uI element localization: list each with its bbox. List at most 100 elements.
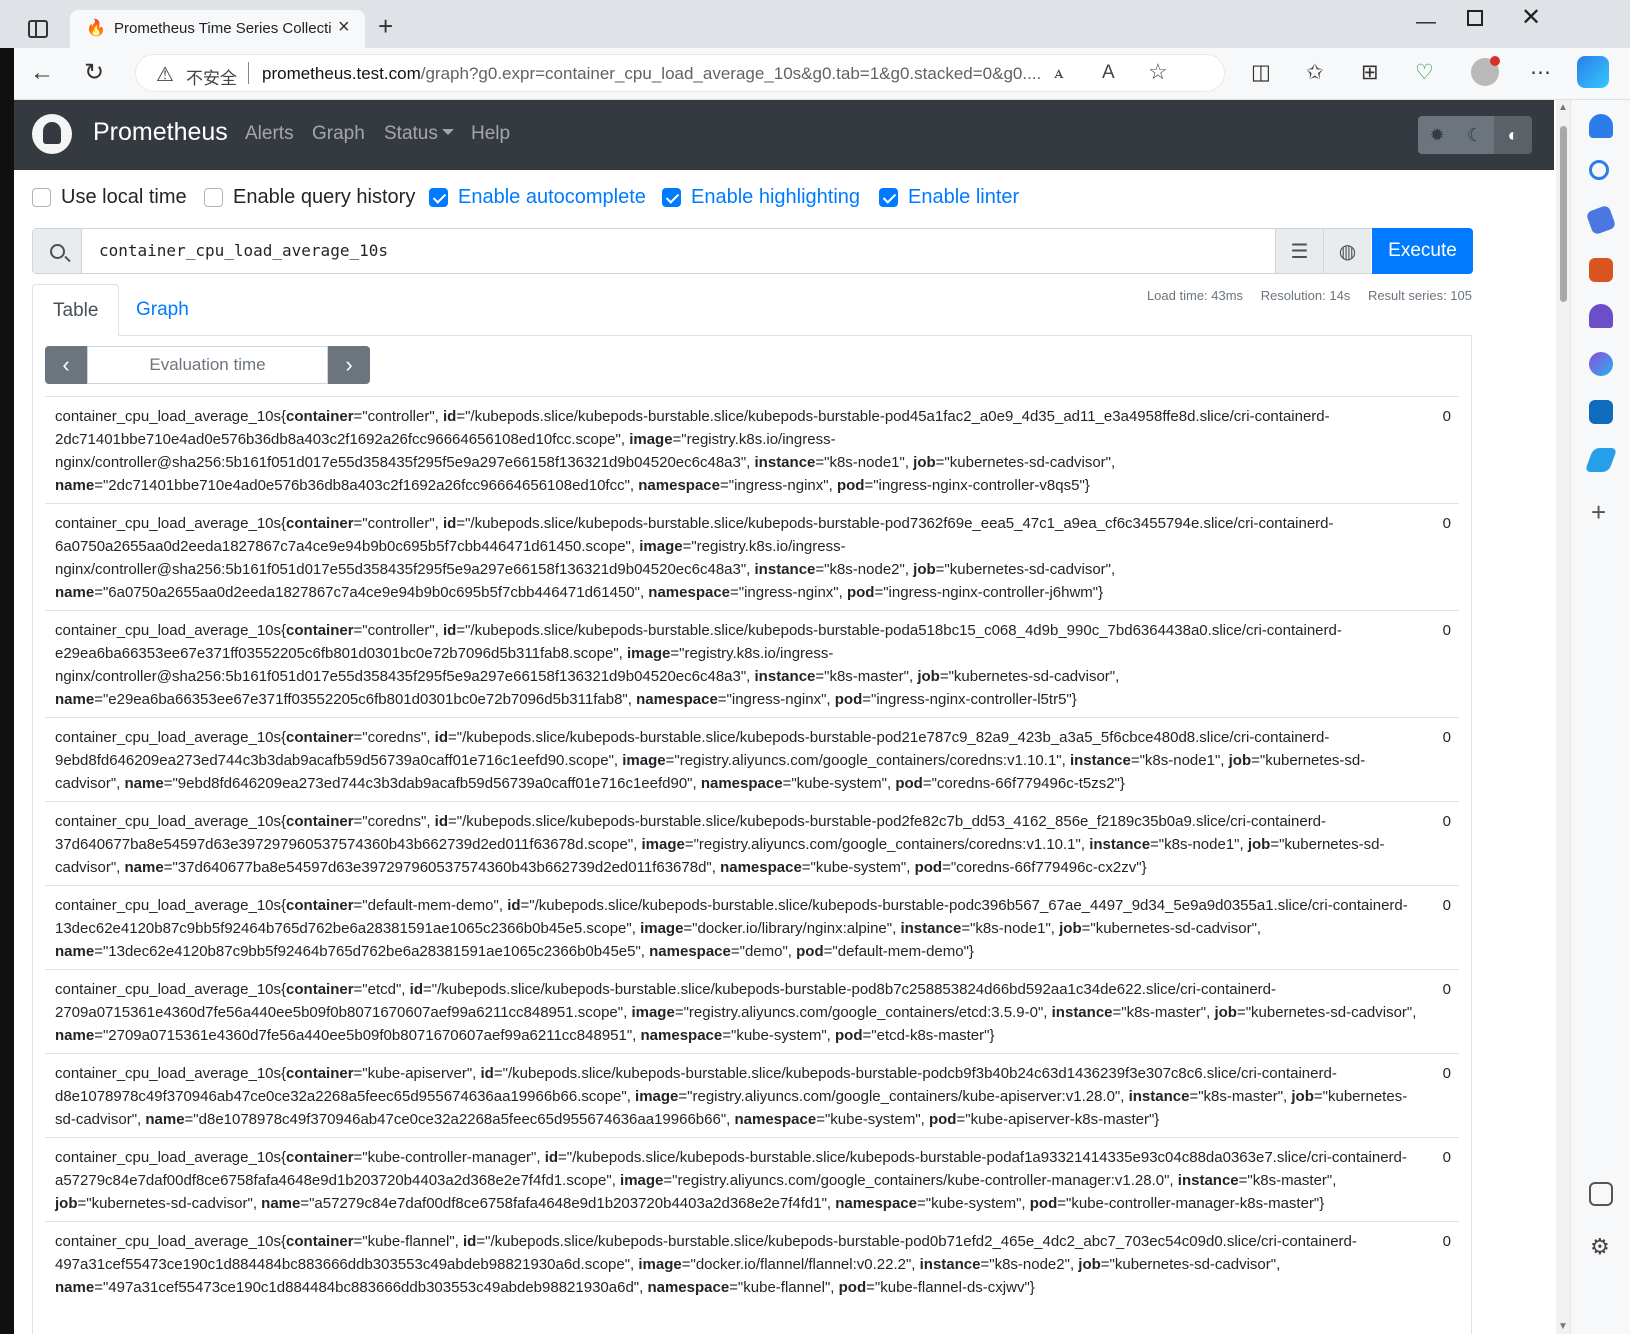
refresh-icon[interactable]: ↻ bbox=[84, 60, 104, 86]
window-icon[interactable] bbox=[28, 20, 48, 38]
gear-icon[interactable]: ⚙ bbox=[1590, 1234, 1610, 1260]
translate-icon[interactable]: ꭺ bbox=[1054, 62, 1064, 84]
metric-name: container_cpu_load_average_10s{ bbox=[55, 622, 287, 639]
label-use-local-time[interactable]: Use local time bbox=[61, 186, 187, 209]
label-name: namespace bbox=[835, 1195, 917, 1212]
prometheus-logo[interactable] bbox=[32, 114, 72, 154]
option-use-local-time[interactable]: Use local time bbox=[32, 182, 187, 212]
favorites-icon[interactable]: ✩ bbox=[1306, 61, 1324, 85]
moon-icon[interactable]: ☾ bbox=[1456, 116, 1494, 154]
chevron-right-icon[interactable]: › bbox=[328, 346, 370, 384]
toolbox-icon[interactable] bbox=[1589, 258, 1613, 282]
label-name: job bbox=[913, 561, 936, 578]
metrics-explorer-icon[interactable]: ◍ bbox=[1323, 229, 1371, 273]
label-value: ="kube-flannel-ds-cxjwv"} bbox=[866, 1279, 1035, 1296]
label-name: container bbox=[286, 729, 354, 746]
checkbox-use-local-time[interactable] bbox=[32, 187, 51, 207]
expression-bar: container_cpu_load_average_10s ☰ ◍ Execu… bbox=[32, 228, 1473, 274]
background-terminal bbox=[0, 48, 14, 1334]
label-name: namespace bbox=[700, 775, 783, 792]
metric-name: container_cpu_load_average_10s{ bbox=[55, 1149, 287, 1166]
results-table: container_cpu_load_average_10s{ container… bbox=[45, 396, 1459, 1305]
tab-table[interactable]: Table bbox=[32, 284, 120, 337]
tab-close-icon[interactable]: × bbox=[338, 17, 350, 37]
option-enable-autocomplete[interactable]: Enable autocomplete bbox=[429, 182, 646, 212]
scroll-up-icon[interactable]: ▲ bbox=[1558, 102, 1568, 113]
label-name: image bbox=[627, 645, 671, 662]
brand[interactable]: Prometheus bbox=[93, 118, 228, 147]
tab-graph[interactable]: Graph bbox=[116, 284, 209, 336]
label-name: instance bbox=[1177, 1172, 1239, 1189]
label-enable-linter[interactable]: Enable linter bbox=[908, 186, 1019, 209]
send-icon[interactable] bbox=[1584, 448, 1618, 472]
nav-graph[interactable]: Graph bbox=[312, 123, 365, 145]
back-icon[interactable]: ← bbox=[30, 60, 54, 86]
metric-name: container_cpu_load_average_10s{ bbox=[55, 1233, 287, 1250]
series-value: 0 bbox=[1442, 408, 1451, 425]
checkbox-enable-linter[interactable] bbox=[879, 187, 898, 207]
nav-alerts[interactable]: Alerts bbox=[245, 123, 294, 145]
address-bar[interactable]: ⚠ 不安全 prometheus.test.com/graph?g0.expr=… bbox=[135, 54, 1225, 92]
close-window-icon[interactable]: ✕ bbox=[1521, 6, 1541, 30]
evaluation-time-input[interactable]: Evaluation time bbox=[87, 346, 328, 384]
address-url[interactable]: prometheus.test.com/graph?g0.expr=contai… bbox=[262, 64, 1047, 84]
new-tab-button[interactable]: + bbox=[378, 13, 393, 39]
read-aloud-icon[interactable]: A bbox=[1102, 62, 1115, 84]
label-name: name bbox=[261, 1195, 301, 1212]
favorite-star-icon[interactable]: ☆ bbox=[1148, 59, 1168, 85]
screenshot-icon[interactable] bbox=[1589, 1182, 1613, 1206]
prometheus-app: Prometheus Alerts Graph Status Help ✹ ☾ … bbox=[14, 100, 1554, 1334]
scroll-thumb[interactable] bbox=[1560, 126, 1567, 302]
format-icon[interactable]: ☰ bbox=[1275, 229, 1323, 273]
minimize-icon[interactable]: — bbox=[1416, 12, 1436, 32]
label-enable-highlighting[interactable]: Enable highlighting bbox=[691, 186, 860, 209]
label-value: ="kube-system", bbox=[782, 775, 896, 792]
checkbox-enable-query-history[interactable] bbox=[204, 187, 223, 207]
tag-icon[interactable] bbox=[1585, 204, 1617, 236]
caret-down-icon bbox=[441, 129, 454, 135]
label-name: id bbox=[434, 813, 448, 830]
label-value: ="docker.io/flannel/flannel:v0.22.2", bbox=[681, 1256, 920, 1273]
more-icon[interactable]: ⋯ bbox=[1530, 61, 1551, 85]
label-enable-query-history[interactable]: Enable query history bbox=[233, 186, 415, 209]
collections-icon[interactable]: ⊞ bbox=[1361, 61, 1379, 85]
label-value: ="kube-controller-manager", bbox=[353, 1149, 545, 1166]
scroll-down-icon[interactable]: ▼ bbox=[1558, 1321, 1568, 1332]
option-enable-linter[interactable]: Enable linter bbox=[879, 182, 1019, 212]
label-value: ="ingress-nginx-controller-j6hwm"} bbox=[874, 584, 1104, 601]
result-row: container_cpu_load_average_10s{container… bbox=[45, 717, 1459, 801]
label-value: ="k8s-master", bbox=[1112, 1004, 1215, 1021]
label-name: job bbox=[1291, 1088, 1314, 1105]
option-enable-highlighting[interactable]: Enable highlighting bbox=[662, 182, 860, 212]
page-scrollbar[interactable]: ▲ ▼ bbox=[1556, 100, 1570, 1334]
office-icon[interactable] bbox=[1589, 352, 1613, 376]
label-name: instance bbox=[754, 454, 816, 471]
contrast-icon[interactable]: ◐ bbox=[1494, 116, 1532, 154]
nav-status[interactable]: Status bbox=[384, 123, 454, 145]
label-enable-autocomplete[interactable]: Enable autocomplete bbox=[458, 186, 646, 209]
label-value: ="13dec62e4120b87c9bb5f92464b765d762be6a… bbox=[94, 943, 650, 960]
outlook-icon[interactable] bbox=[1589, 400, 1613, 424]
url-path: /graph?g0.expr=container_cpu_load_averag… bbox=[420, 64, 1042, 83]
chevron-left-icon[interactable]: ‹ bbox=[45, 346, 87, 384]
security-label[interactable]: 不安全 bbox=[186, 64, 237, 89]
execute-button[interactable]: Execute bbox=[1372, 228, 1473, 274]
checkbox-enable-autocomplete[interactable] bbox=[429, 187, 448, 207]
expression-input[interactable]: container_cpu_load_average_10s bbox=[99, 241, 388, 260]
option-enable-query-history[interactable]: Enable query history bbox=[204, 182, 415, 212]
warning-icon[interactable]: ⚠ bbox=[156, 62, 174, 87]
copilot-icon[interactable] bbox=[1577, 56, 1609, 88]
chess-icon[interactable] bbox=[1589, 304, 1613, 328]
bell-icon[interactable] bbox=[1589, 114, 1613, 138]
nav-help[interactable]: Help bbox=[471, 123, 510, 145]
browser-tab[interactable]: 🔥 Prometheus Time Series Collection × bbox=[70, 10, 365, 48]
health-icon[interactable]: ♡ bbox=[1415, 61, 1434, 85]
plus-icon[interactable]: + bbox=[1591, 499, 1606, 525]
checkbox-enable-highlighting[interactable] bbox=[662, 187, 681, 207]
label-name: job bbox=[55, 1195, 78, 1212]
split-screen-icon[interactable]: ◫ bbox=[1251, 61, 1271, 85]
sun-icon[interactable]: ✹ bbox=[1418, 116, 1456, 154]
label-value: ="k8s-node1", bbox=[1150, 836, 1248, 853]
search-icon[interactable] bbox=[1589, 160, 1609, 180]
maximize-icon[interactable] bbox=[1467, 10, 1483, 26]
